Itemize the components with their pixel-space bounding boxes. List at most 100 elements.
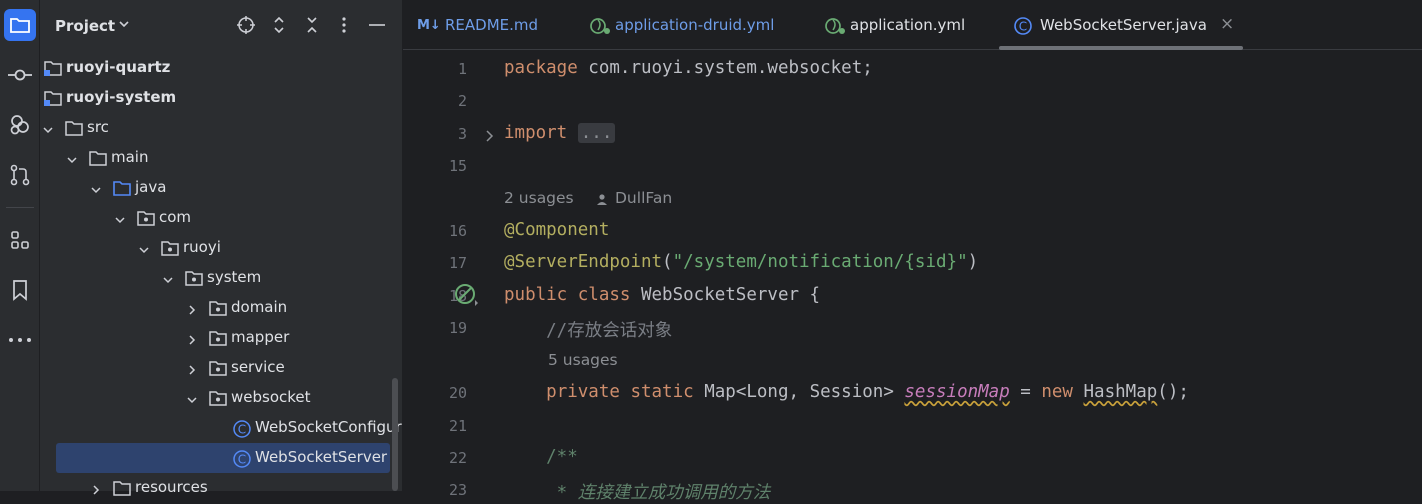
code-line-3: import ... [504,123,616,143]
line-gutter: 1 2 3 15 16 17 18 19 20 21 22 23 [403,50,499,499]
package-icon [208,359,228,381]
chevron-right-icon[interactable] [90,482,102,500]
spring-leaf-icon [590,18,610,34]
project-scrollbar[interactable] [392,378,398,491]
package-icon [208,299,228,321]
tree-item-label: mapper [231,328,290,346]
code-area[interactable]: package com.ruoyi.system.websocket; impo… [504,50,1422,503]
code-line-17: @ServerEndpoint("/system/notification/{s… [504,252,979,272]
activity-separator [6,207,34,208]
code-line-19: //存放会话对象 [504,321,673,341]
tree-item-label: main [111,148,149,166]
code-line-16: @Component [504,220,610,240]
code-line-18: public class WebSocketServer { [504,285,821,305]
user-icon [597,194,607,205]
chevron-down-icon[interactable] [162,272,174,290]
pull-requests-tool-button[interactable] [4,159,36,191]
chevron-right-icon[interactable] [186,302,198,320]
structure-tool-button[interactable] [4,224,36,256]
line-number: 21 [448,417,467,435]
tab-label: application.yml [850,16,966,34]
folder-icon [10,18,30,33]
line-number: 15 [448,157,467,175]
tree-item-websocket[interactable]: websocket [40,383,390,413]
tree-item-label: ruoyi-system [66,88,177,106]
spring-bean-gutter-icon[interactable] [454,283,482,307]
tree-item-label: ruoyi-quartz [66,58,171,76]
close-icon[interactable]: × [1220,14,1234,34]
options-button[interactable] [334,15,354,35]
chevron-down-icon[interactable] [66,152,78,170]
project-tool-button[interactable] [4,9,36,41]
tab-label: README.md [445,16,539,34]
chevron-down-icon[interactable] [138,242,150,260]
tree-item-src[interactable]: src [40,113,390,143]
commit-icon [8,69,32,81]
pull-requests-icon [10,164,30,186]
markdown-icon: M↓ [417,18,441,33]
tree-item-ruoyi-system[interactable]: ruoyi-system [40,83,390,113]
chevron-down-icon[interactable] [90,182,102,200]
code-lens-usages[interactable]: 5 usages [548,351,618,369]
select-opened-file-button[interactable] [236,15,256,35]
hide-panel-button[interactable] [367,15,387,35]
chevron-down-icon[interactable] [42,122,54,140]
tree-item-mapper[interactable]: mapper [40,323,390,353]
tree-item-label: service [231,358,285,376]
more-icon [9,338,31,342]
commit-tool-button[interactable] [4,59,36,91]
tree-item-label: ruoyi [183,238,221,256]
svg-text:C: C [238,453,246,467]
code-lens-usages[interactable]: 2 usages [504,189,574,207]
options-icon [342,17,346,33]
tree-item-java[interactable]: java [40,173,390,203]
hide-icon [369,24,385,26]
tree-item-websocketserver[interactable]: C WebSocketServer [56,443,390,473]
tab-label: WebSocketServer.java [1040,16,1207,34]
chevron-down-icon[interactable] [118,19,130,29]
tree-item-resources[interactable]: resources [40,473,390,503]
project-panel-header: Project [40,0,403,52]
class-icon: C [1014,17,1032,35]
chevron-down-icon[interactable] [186,392,198,410]
tab-label: application-druid.yml [615,16,775,34]
chevron-right-icon[interactable] [186,362,198,380]
editor-tabs: M↓ README.md application-druid.yml appli… [403,0,1422,50]
folded-imports[interactable]: ... [577,123,616,143]
tree-item-label: WebSocketServer [255,448,388,466]
structure-icon [11,231,29,249]
chevron-down-icon[interactable] [114,212,126,230]
collapse-all-button[interactable] [302,15,322,35]
tree-item-main[interactable]: main [40,143,390,173]
line-number: 17 [448,254,467,272]
class-icon: C [232,449,252,473]
services-tool-button[interactable] [4,109,36,141]
project-panel-title[interactable]: Project [55,17,115,35]
activity-bar [0,0,40,491]
target-icon [237,16,255,34]
bookmarks-tool-button[interactable] [4,274,36,306]
more-tool-button[interactable] [4,324,36,356]
line-number: 20 [448,384,467,402]
tree-item-service[interactable]: service [40,353,390,383]
tree-item-system[interactable]: system [40,263,390,293]
tree-item-com[interactable]: com [40,203,390,233]
module-icon [43,59,63,81]
code-line-20: private static Map<Long, Session> sessio… [546,382,1189,402]
chevron-right-icon[interactable] [186,332,198,350]
tree-item-ruoyi-quartz[interactable]: ruoyi-quartz [40,53,390,83]
line-number: 16 [448,222,467,240]
source-folder-icon [112,179,132,201]
tree-item-ruoyi[interactable]: ruoyi [40,233,390,263]
tree-item-domain[interactable]: domain [40,293,390,323]
services-icon [10,115,29,135]
tree-item-label: WebSocketConfigur [255,418,402,436]
package-icon [160,239,180,261]
expand-all-button[interactable] [269,15,289,35]
collapse-icon [307,17,317,33]
tree-item-websocketconfigur[interactable]: C WebSocketConfigur [40,413,402,443]
line-number: 22 [448,449,467,467]
code-lens-author[interactable]: DullFan [615,189,672,207]
fold-arrow-icon[interactable] [485,129,495,143]
svg-text:C: C [1019,20,1027,34]
